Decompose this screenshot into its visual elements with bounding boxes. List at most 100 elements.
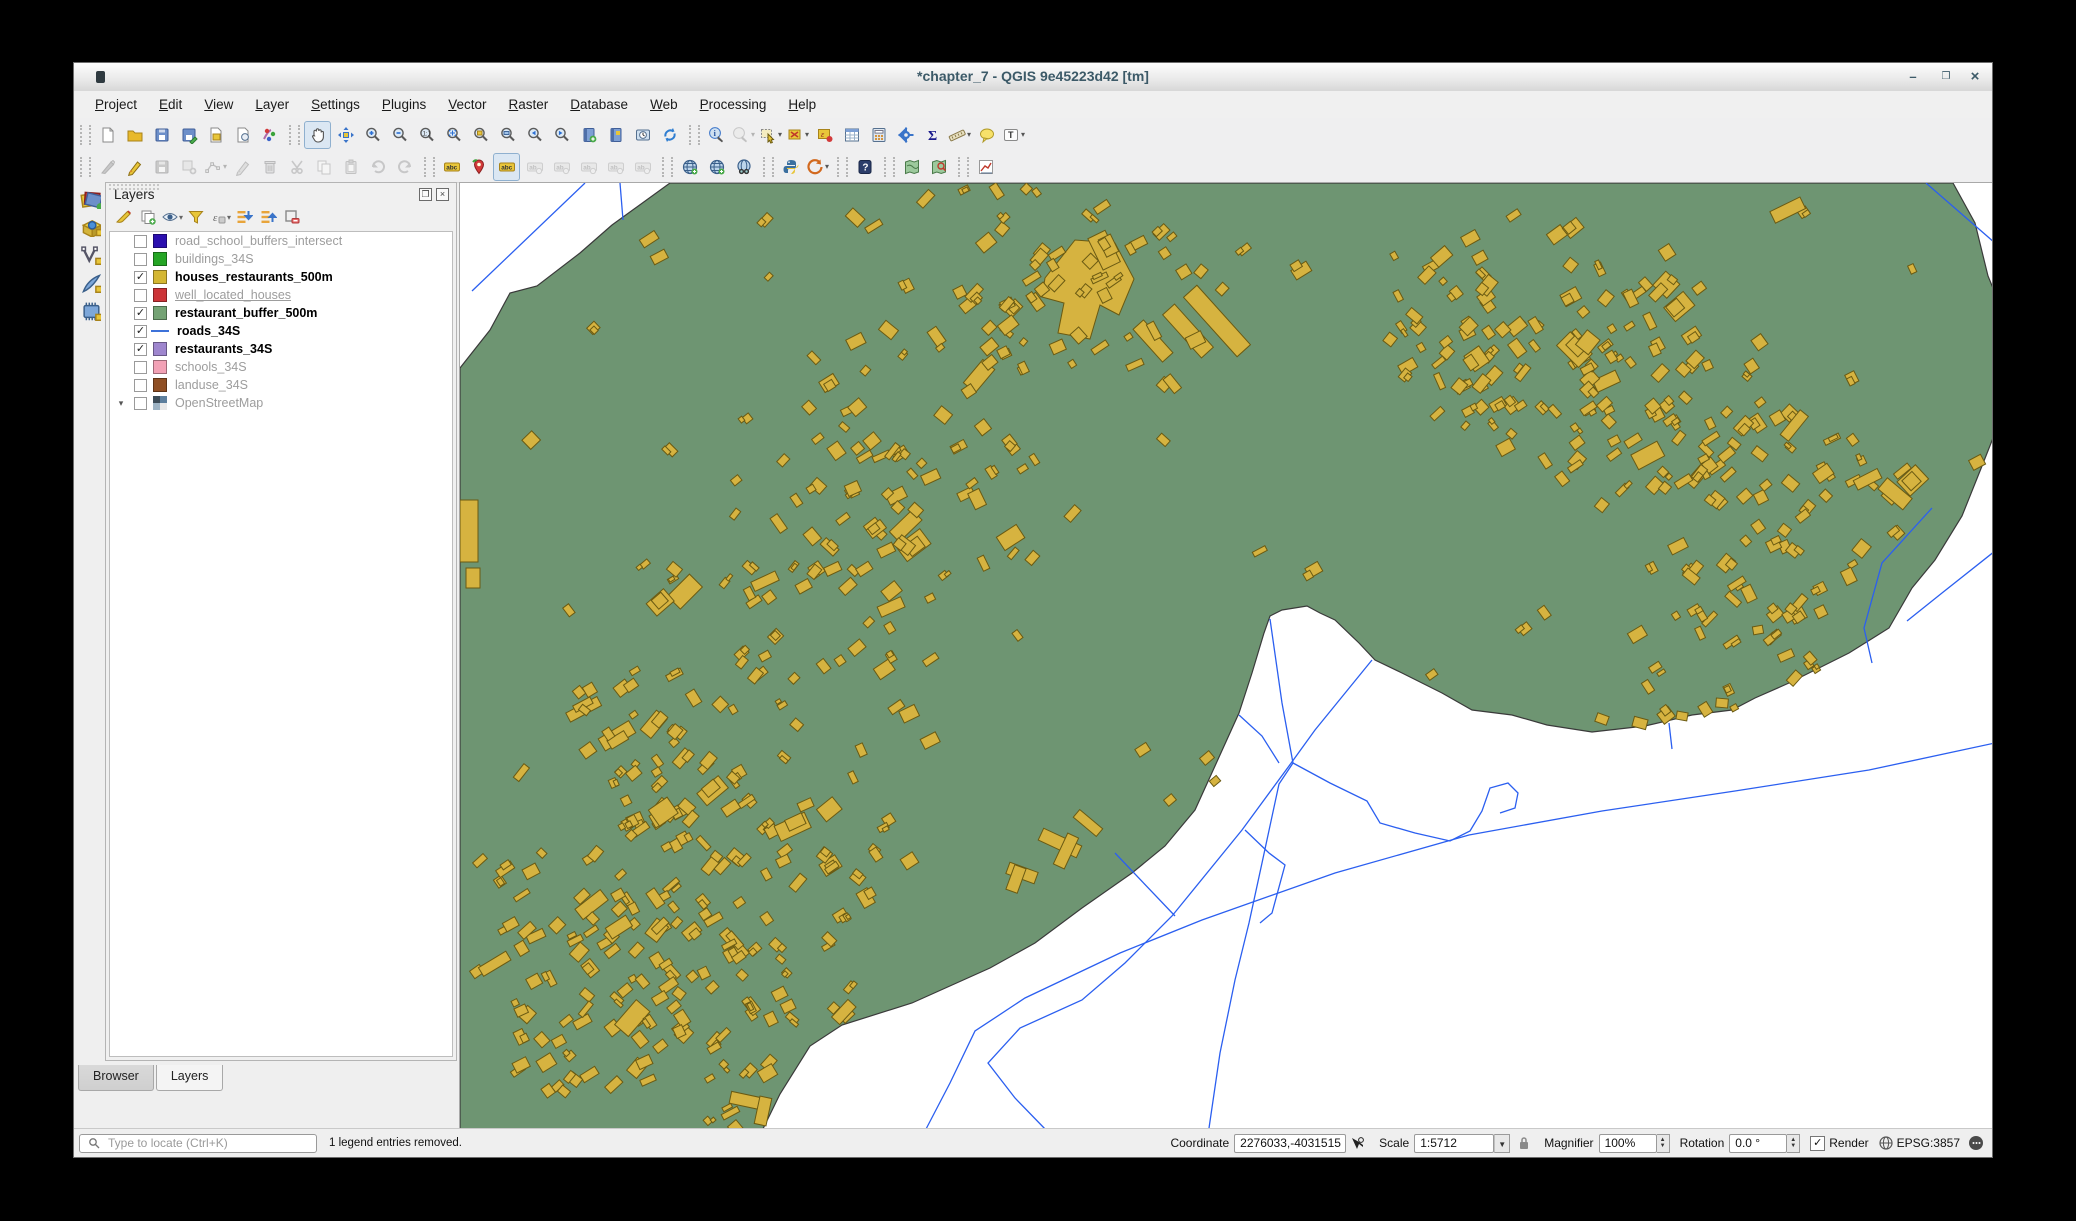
layer-label[interactable]: schools_34S — [175, 360, 247, 374]
run-feature-action-button[interactable]: ▾ — [731, 122, 756, 148]
measure-button-dropdown-icon[interactable]: ▾ — [967, 130, 971, 139]
map-tips-button[interactable] — [974, 122, 999, 148]
collapse-all-button[interactable] — [256, 206, 280, 228]
field-calculator-button[interactable] — [866, 122, 891, 148]
layer-checkbox-restaurants_34S[interactable]: ✓ — [134, 343, 147, 356]
filter-by-expression-button-dropdown-icon[interactable]: ▾ — [227, 213, 231, 222]
layer-checkbox-buildings_34S[interactable] — [134, 253, 147, 266]
layer-row-well_located_houses[interactable]: well_located_houses — [110, 286, 452, 304]
label-toolbar-button-2[interactable]: ab — [549, 154, 574, 180]
layer-row-schools_34S[interactable]: schools_34S — [110, 358, 452, 376]
browser-panel-toggle[interactable] — [79, 215, 101, 237]
open-layer-styling-button[interactable] — [112, 206, 136, 228]
toggle-editing-button[interactable] — [122, 154, 147, 180]
layer-label[interactable]: restaurants_34S — [175, 342, 272, 356]
rotation-input[interactable]: 0.0 ° — [1729, 1134, 1787, 1153]
magnifier-spinner[interactable]: ▲▼ — [1657, 1134, 1670, 1153]
panel-close-icon[interactable]: × — [436, 188, 449, 201]
paste-features-button[interactable] — [338, 154, 363, 180]
layer-row-OpenStreetMap[interactable]: ▾OpenStreetMap — [110, 394, 452, 412]
manage-map-themes-button-dropdown-icon[interactable]: ▾ — [179, 213, 183, 222]
close-button[interactable]: × — [1962, 67, 1988, 87]
layer-label[interactable]: roads_34S — [177, 324, 240, 338]
layer-row-buildings_34S[interactable]: buildings_34S — [110, 250, 452, 268]
layer-checkbox-schools_34S[interactable] — [134, 361, 147, 374]
layer-label[interactable]: road_school_buffers_intersect — [175, 234, 342, 248]
menu-view[interactable]: View — [193, 93, 244, 116]
layer-checkbox-road_school_buffers_intersect[interactable] — [134, 235, 147, 248]
layer-label[interactable]: restaurant_buffer_500m — [175, 306, 317, 320]
menu-layer[interactable]: Layer — [244, 93, 300, 116]
zoom-in-button[interactable] — [360, 122, 385, 148]
add-group-button[interactable] — [136, 206, 160, 228]
metasearch-button-2[interactable] — [704, 154, 729, 180]
osm-place-search-button[interactable] — [926, 154, 951, 180]
menu-processing[interactable]: Processing — [689, 93, 778, 116]
redo-button[interactable] — [392, 154, 417, 180]
remove-layer-button[interactable] — [280, 206, 304, 228]
current-edits-button[interactable] — [95, 154, 120, 180]
menu-raster[interactable]: Raster — [498, 93, 560, 116]
manage-map-themes-button[interactable]: ▾ — [160, 206, 184, 228]
tab-layers[interactable]: Layers — [156, 1065, 224, 1091]
zoom-native-button[interactable]: 1:1 — [414, 122, 439, 148]
layer-label[interactable]: landuse_34S — [175, 378, 248, 392]
epsg-label[interactable]: EPSG:3857 — [1897, 1136, 1960, 1150]
zoom-last-button[interactable] — [522, 122, 547, 148]
statistics-button[interactable]: Σ — [920, 122, 945, 148]
processing-toolbox-button[interactable] — [893, 122, 918, 148]
processing-panel-toggle[interactable] — [79, 299, 101, 321]
layer-checkbox-houses_restaurants_500m[interactable]: ✓ — [134, 271, 147, 284]
deselect-features-button-dropdown-icon[interactable]: ▾ — [805, 130, 809, 139]
copy-features-button[interactable] — [311, 154, 336, 180]
rotation-spinner[interactable]: ▲▼ — [1787, 1134, 1800, 1153]
title-bar[interactable]: *chapter_7 - QGIS 9e45223d42 [tm] – ❒ × — [74, 63, 1992, 92]
layer-checkbox-roads_34S[interactable]: ✓ — [134, 325, 147, 338]
layer-label[interactable]: houses_restaurants_500m — [175, 270, 333, 284]
layers-panel-toggle[interactable] — [79, 187, 101, 209]
profile-tool-button[interactable] — [973, 154, 998, 180]
label-toolbar-button-3[interactable]: ab — [576, 154, 601, 180]
deselect-features-button[interactable]: ▾ — [785, 122, 810, 148]
layer-checkbox-well_located_houses[interactable] — [134, 289, 147, 302]
processing-history-button-dropdown-icon[interactable]: ▾ — [825, 162, 829, 171]
advanced-digitizing-toggle[interactable] — [79, 243, 101, 265]
layer-checkbox-OpenStreetMap[interactable] — [134, 397, 147, 410]
refresh-button[interactable] — [657, 122, 682, 148]
show-bookmarks-button[interactable] — [603, 122, 628, 148]
label-toolbar-button-1[interactable]: ab — [522, 154, 547, 180]
crs-globe-icon[interactable] — [1879, 1136, 1893, 1150]
zoom-to-layer-button[interactable] — [495, 122, 520, 148]
layer-row-road_school_buffers_intersect[interactable]: road_school_buffers_intersect — [110, 232, 452, 250]
pan-to-selection-button[interactable] — [333, 122, 358, 148]
layer-label[interactable]: buildings_34S — [175, 252, 254, 266]
run-feature-action-button-dropdown-icon[interactable]: ▾ — [751, 130, 755, 139]
scale-dropdown-icon[interactable]: ▼ — [1494, 1134, 1510, 1153]
minimize-button[interactable]: – — [1900, 67, 1926, 87]
vertex-tool-button[interactable]: ▾ — [203, 154, 228, 180]
modify-attributes-button[interactable] — [230, 154, 255, 180]
layer-label[interactable]: well_located_houses — [175, 288, 291, 302]
python-console-button[interactable] — [778, 154, 803, 180]
layer-checkbox-restaurant_buffer_500m[interactable]: ✓ — [134, 307, 147, 320]
layer-checkbox-landuse_34S[interactable] — [134, 379, 147, 392]
open-attribute-table-button[interactable] — [839, 122, 864, 148]
layer-row-roads_34S[interactable]: ✓ roads_34S — [110, 322, 452, 340]
locator-input[interactable]: Type to locate (Ctrl+K) — [79, 1134, 317, 1153]
menu-vector[interactable]: Vector — [437, 93, 497, 116]
add-feature-button[interactable] — [176, 154, 201, 180]
new-bookmark-button[interactable] — [576, 122, 601, 148]
new-print-layout-button[interactable] — [203, 122, 228, 148]
save-layer-edits-button[interactable] — [149, 154, 174, 180]
tab-browser[interactable]: Browser — [78, 1065, 154, 1091]
style-manager-button[interactable] — [257, 122, 282, 148]
gps-panel-toggle[interactable] — [79, 271, 101, 293]
metasearch-catalog-button[interactable] — [731, 154, 756, 180]
maximize-button[interactable]: ❒ — [1933, 67, 1959, 87]
menu-help[interactable]: Help — [777, 93, 827, 116]
show-layout-manager-button[interactable] — [230, 122, 255, 148]
menu-database[interactable]: Database — [559, 93, 639, 116]
layer-row-restaurants_34S[interactable]: ✓ restaurants_34S — [110, 340, 452, 358]
magnifier-input[interactable]: 100% — [1599, 1134, 1657, 1153]
metasearch-button-1[interactable] — [677, 154, 702, 180]
